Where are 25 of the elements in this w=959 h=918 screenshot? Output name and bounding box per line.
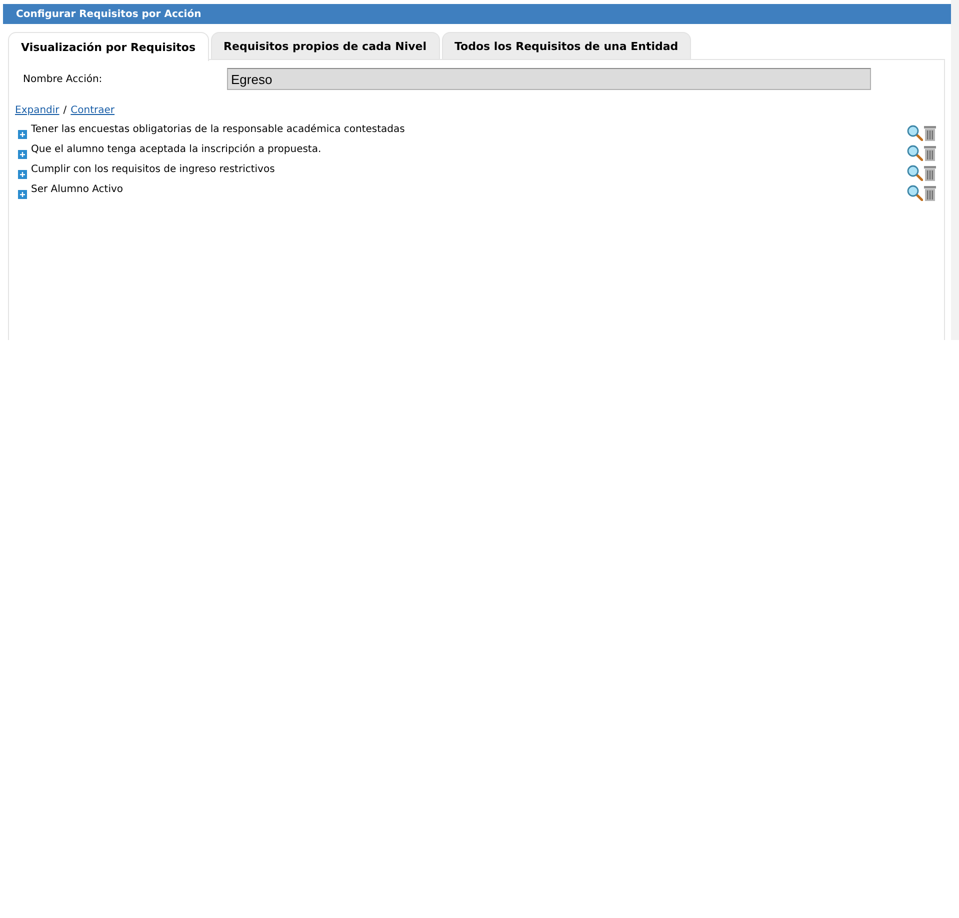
requirement-label[interactable]: Cumplir con los requisitos de ingreso restrictivos (31, 164, 275, 174)
requirement-label[interactable]: Ser Alumno Activo (31, 184, 124, 194)
expander-icon[interactable] (18, 190, 27, 198)
expander-icon[interactable] (18, 150, 27, 158)
expander-icon[interactable] (18, 130, 27, 138)
trash-icon[interactable] (923, 125, 937, 141)
panel-title: Configurar Requisitos por Acción (16, 8, 202, 20)
action-name-field[interactable]: Egreso (227, 68, 871, 90)
search-icon[interactable] (907, 185, 923, 201)
tab[interactable]: Visualización por Requisitos (8, 32, 209, 61)
trash-icon[interactable] (923, 145, 937, 161)
requirement-label[interactable]: Que el alumno tenga aceptada la inscripción a propuesta. (31, 144, 322, 154)
trash-icon[interactable] (923, 165, 937, 181)
trash-icon[interactable] (923, 185, 937, 201)
search-icon[interactable] (907, 165, 923, 181)
requirement-label[interactable]: Tener las encuestas obligatorias de la responsable académica contestadas (31, 124, 405, 134)
field-label: Nombre Acción: (23, 74, 104, 84)
tab[interactable]: Requisitos propios de cada Nivel (210, 32, 440, 59)
search-icon[interactable] (907, 145, 923, 161)
search-icon[interactable] (907, 125, 923, 141)
tab[interactable]: Todos los Requisitos de una Entidad (442, 32, 692, 59)
link-separator: / (63, 105, 67, 116)
collapse-link[interactable]: Contraer (70, 105, 115, 116)
expand-link[interactable]: Expandir (15, 105, 60, 116)
expander-icon[interactable] (18, 170, 27, 178)
